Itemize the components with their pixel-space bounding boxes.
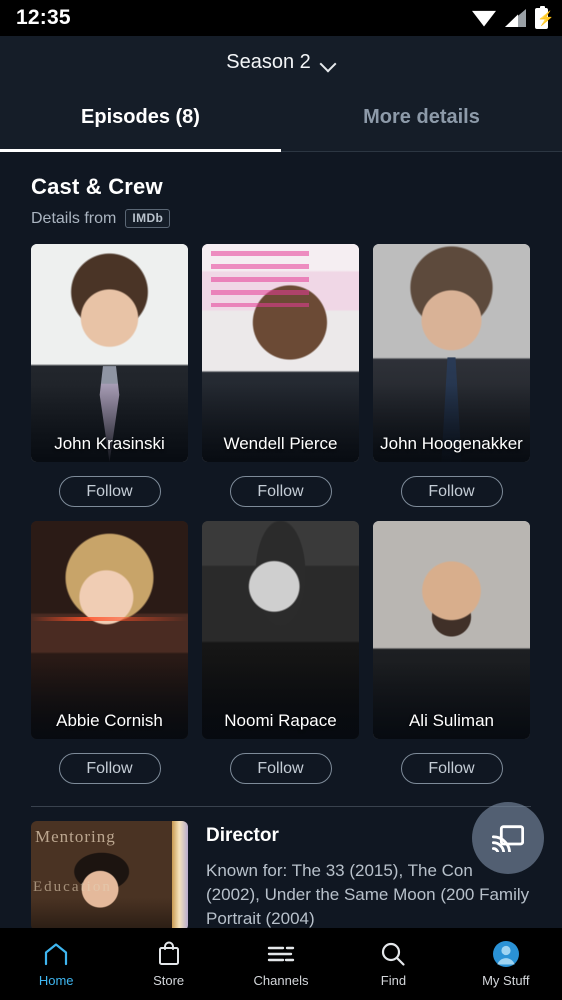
content-scroll-area[interactable]: Cast & Crew Details from IMDb John Krasi…: [0, 152, 562, 928]
nav-item-store[interactable]: Store: [112, 941, 224, 988]
home-icon: [43, 941, 69, 967]
details-from-label: Details from: [31, 209, 117, 227]
cast-grid: John Krasinski Follow Wendell Pierce Fol…: [0, 228, 562, 784]
director-photo-backdrop-word-2: Education: [33, 879, 112, 895]
cast-photo[interactable]: Ali Suliman: [373, 521, 530, 739]
director-photo-edge-strip: [172, 821, 188, 928]
cast-photo[interactable]: Wendell Pierce: [202, 244, 359, 462]
director-known-for: Known for: The 33 (2015), The Con (2002)…: [206, 861, 530, 928]
nav-item-channels[interactable]: Channels: [225, 941, 337, 988]
director-photo-backdrop-word-1: Mentoring: [35, 827, 116, 846]
nav-label-my-stuff: My Stuff: [482, 972, 530, 988]
cast-photo[interactable]: Noomi Rapace: [202, 521, 359, 739]
tab-episodes[interactable]: Episodes (8): [0, 88, 281, 152]
cast-name-label: Wendell Pierce: [223, 434, 338, 453]
chevron-down-icon: [321, 58, 336, 67]
cellular-signal-icon: [505, 9, 526, 27]
cast-photo[interactable]: Abbie Cornish: [31, 521, 188, 739]
cast-name-label: John Krasinski: [54, 434, 165, 453]
cast-name-label: Ali Suliman: [408, 711, 495, 730]
follow-button[interactable]: Follow: [400, 753, 503, 784]
account-avatar-icon: [492, 940, 520, 967]
search-icon: [380, 941, 406, 967]
nav-label-channels: Channels: [253, 972, 309, 988]
cast-name-label: Abbie Cornish: [56, 711, 163, 730]
season-selector-button[interactable]: Season 2: [226, 51, 336, 74]
status-time: 12:35: [16, 6, 71, 29]
cast-card: John Hoogenakker Follow: [373, 244, 530, 507]
nav-item-find[interactable]: Find: [337, 941, 449, 988]
nav-item-my-stuff[interactable]: My Stuff: [450, 940, 562, 988]
follow-button[interactable]: Follow: [229, 476, 332, 507]
tab-bar: Episodes (8) More details: [0, 88, 562, 152]
season-label: Season 2: [226, 50, 311, 73]
details-source-row: Details from IMDb: [31, 209, 562, 228]
cast-name-label: Noomi Rapace: [224, 711, 337, 730]
bottom-navigation-bar: Home Store Channels Find My Stuff: [0, 928, 562, 1000]
follow-button[interactable]: Follow: [58, 753, 161, 784]
nav-label-find: Find: [380, 972, 407, 988]
imdb-badge[interactable]: IMDb: [125, 209, 171, 228]
follow-button[interactable]: Follow: [229, 753, 332, 784]
prime-video-title-details-screen: 12:35 ⚡ Season 2 Episodes (8) More detai…: [0, 0, 562, 1000]
page-title: Cast & Crew: [31, 174, 163, 199]
wifi-icon: [472, 10, 496, 27]
cast-name-label: John Hoogenakker: [380, 434, 523, 453]
tab-more-details[interactable]: More details: [281, 88, 562, 151]
follow-button[interactable]: Follow: [58, 476, 161, 507]
nav-label-store: Store: [153, 972, 185, 988]
chromecast-icon: [492, 825, 524, 852]
chromecast-button[interactable]: [472, 802, 544, 874]
cast-card: Ali Suliman Follow: [373, 521, 530, 784]
cast-card: Abbie Cornish Follow: [31, 521, 188, 784]
cast-card: Noomi Rapace Follow: [202, 521, 359, 784]
nav-label-home: Home: [38, 972, 74, 988]
shopping-bag-icon: [157, 941, 181, 967]
nav-item-home[interactable]: Home: [0, 941, 112, 988]
follow-button[interactable]: Follow: [400, 476, 503, 507]
director-photo[interactable]: Mentoring Education: [31, 821, 188, 928]
status-bar: 12:35 ⚡: [0, 0, 562, 36]
season-selector-bar: Season 2: [0, 36, 562, 88]
cast-photo[interactable]: John Hoogenakker: [373, 244, 530, 462]
cast-crew-header: Cast & Crew Details from IMDb: [0, 152, 562, 228]
cast-card: Wendell Pierce Follow: [202, 244, 359, 507]
cast-photo[interactable]: John Krasinski: [31, 244, 188, 462]
status-icon-group: ⚡: [472, 5, 554, 29]
cast-card: John Krasinski Follow: [31, 244, 188, 507]
channels-list-icon: [267, 941, 295, 967]
battery-charging-icon: ⚡: [535, 5, 554, 29]
